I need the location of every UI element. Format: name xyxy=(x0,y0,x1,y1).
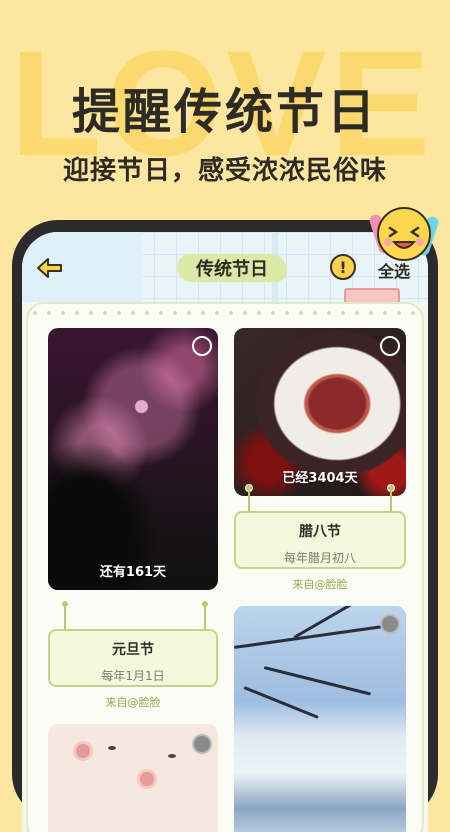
select-circle[interactable] xyxy=(380,336,400,356)
holiday-name: 腊八节 xyxy=(299,524,341,540)
holiday-card-image-fireworks[interactable]: 还有161天 xyxy=(48,328,218,590)
app-screen: 传统节日 ! 全选 还有161天 元旦节 每年1月1日 来自@脸脸 已经3404… xyxy=(22,232,428,832)
countdown-caption: 还有161天 xyxy=(99,565,167,580)
warning-icon[interactable]: ! xyxy=(330,254,356,280)
holiday-list-panel: 还有161天 元旦节 每年1月1日 来自@脸脸 已经3404天 腊八节 每年腊月… xyxy=(26,302,424,832)
page-title: 传统节日 xyxy=(177,250,287,286)
holiday-label-card[interactable]: 元旦节 每年1月1日 xyxy=(48,629,218,687)
holiday-date: 每年腊月初八 xyxy=(283,551,356,565)
select-circle[interactable] xyxy=(192,336,212,356)
promo-headline: 提醒传统节日 xyxy=(71,84,378,140)
dotted-border xyxy=(28,310,422,316)
holiday-date: 每年1月1日 xyxy=(101,669,165,683)
holiday-label-card[interactable]: 腊八节 每年腊月初八 xyxy=(234,511,406,569)
back-button[interactable] xyxy=(34,252,66,284)
page-title-text: 传统节日 xyxy=(196,259,268,280)
promo-subline: 迎接节日，感受浓浓民俗味 xyxy=(62,156,387,186)
elapsed-caption: 已经3404天 xyxy=(282,471,358,486)
select-circle[interactable] xyxy=(192,734,212,754)
select-circle[interactable] xyxy=(380,614,400,634)
holiday-name: 元旦节 xyxy=(112,642,154,658)
back-arrow-icon xyxy=(37,258,62,278)
happy-emoji-icon xyxy=(369,207,439,261)
holiday-card-image-snow[interactable] xyxy=(234,606,406,832)
holiday-card-image-porridge[interactable]: 已经3404天 xyxy=(234,328,406,496)
source-credit: 来自@脸脸 xyxy=(292,578,348,591)
source-credit: 来自@脸脸 xyxy=(105,696,161,709)
holiday-card-image-flowers[interactable] xyxy=(48,724,218,832)
